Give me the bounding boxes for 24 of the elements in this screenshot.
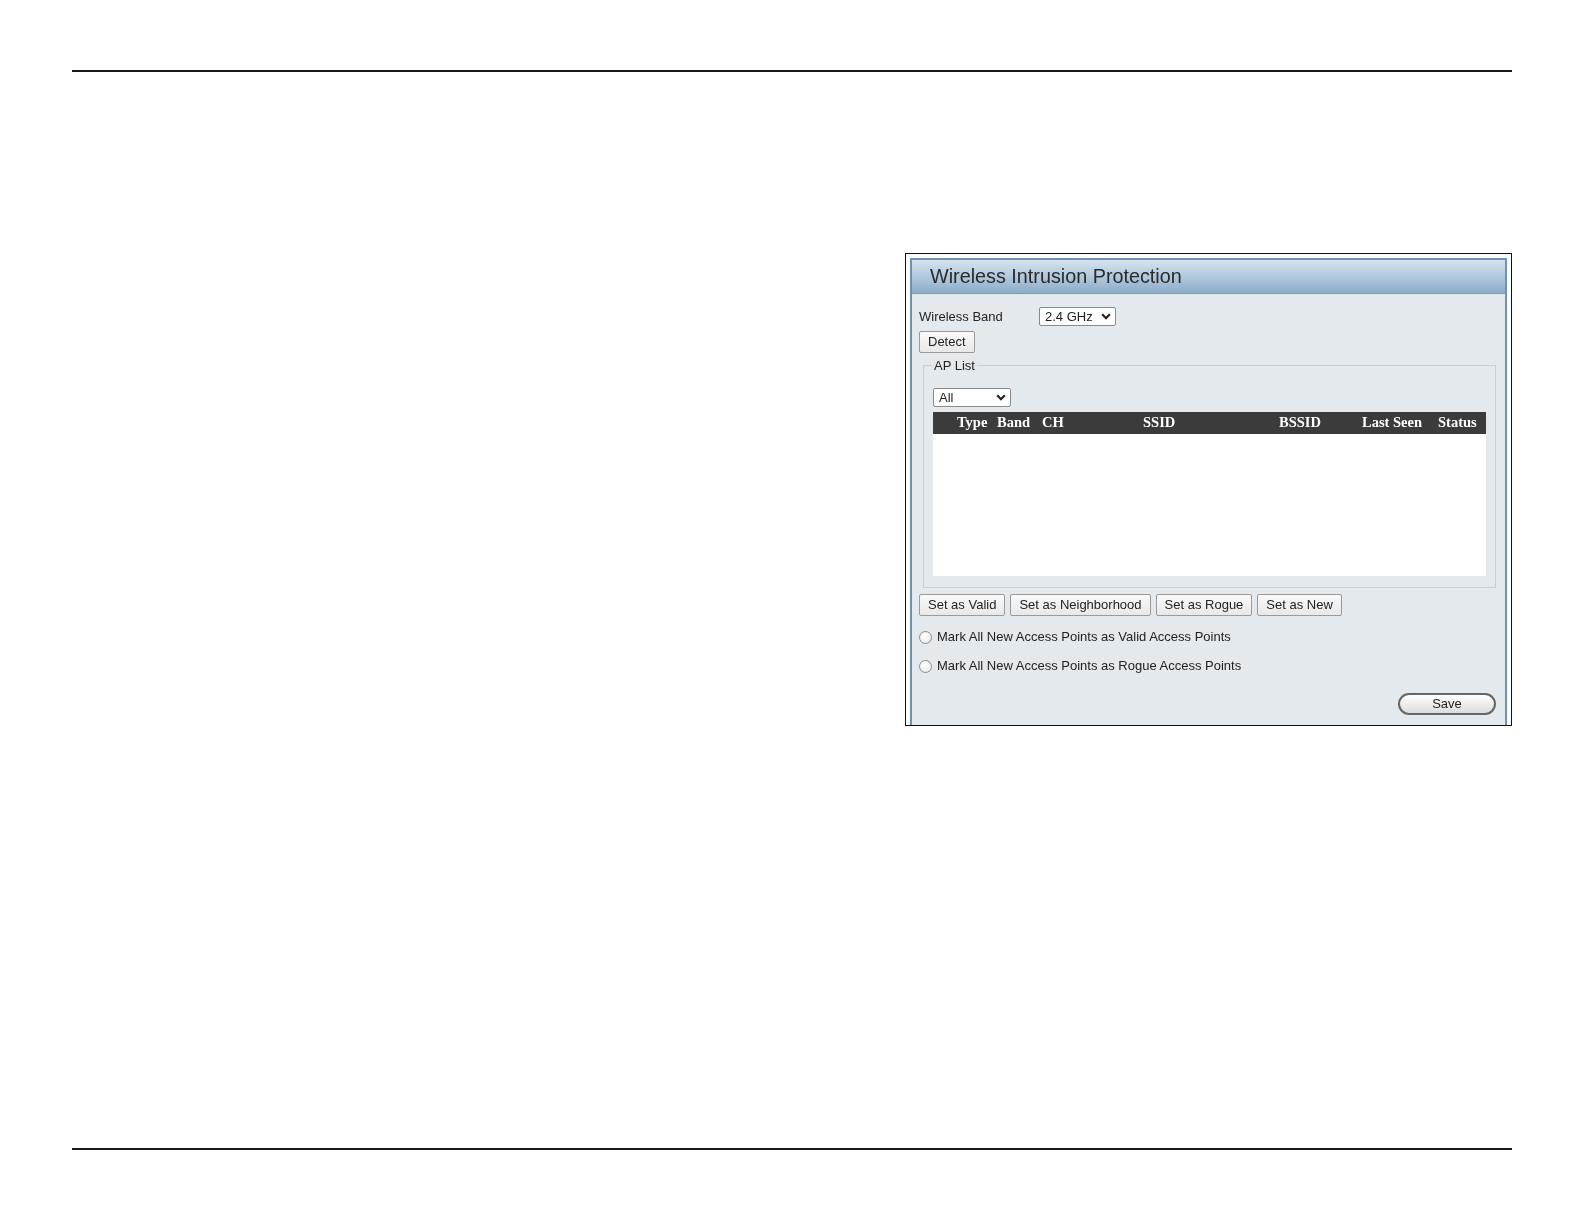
column-header: CH	[1042, 415, 1065, 430]
column-header: BSSID	[1279, 415, 1322, 430]
column-header: Type	[957, 415, 989, 430]
action-button[interactable]: Set as Valid	[919, 593, 1006, 616]
radio-button[interactable]	[919, 630, 932, 644]
column-header: SSID	[1143, 415, 1177, 430]
filter-select[interactable]: All	[933, 387, 1011, 407]
chevron-down-icon	[996, 393, 1006, 401]
column-header: Band	[997, 415, 1032, 430]
option-label: Mark All New Access Points as Rogue Access Points	[937, 657, 1242, 676]
column-header: Last Seen	[1362, 415, 1424, 430]
radio-button[interactable]	[919, 659, 932, 673]
group-legend: AP List	[932, 358, 977, 372]
action-button[interactable]: Set as Rogue	[1155, 593, 1253, 616]
action-button[interactable]: Set as Neighborhood	[1010, 593, 1151, 616]
column-header: Status	[1438, 415, 1478, 430]
chevron-down-icon	[1100, 313, 1111, 321]
field-label: Wireless Band	[919, 308, 1004, 326]
panel-title: Wireless Intrusion Protection	[930, 266, 1182, 287]
detect-button[interactable]: Detect	[919, 330, 975, 353]
action-button[interactable]: Set as New	[1257, 593, 1342, 616]
option-label: Mark All New Access Points as Valid Access Points	[937, 628, 1231, 647]
save-button[interactable]: Save	[1398, 692, 1496, 715]
band-select[interactable]: 2.4 GHz	[1039, 307, 1116, 327]
